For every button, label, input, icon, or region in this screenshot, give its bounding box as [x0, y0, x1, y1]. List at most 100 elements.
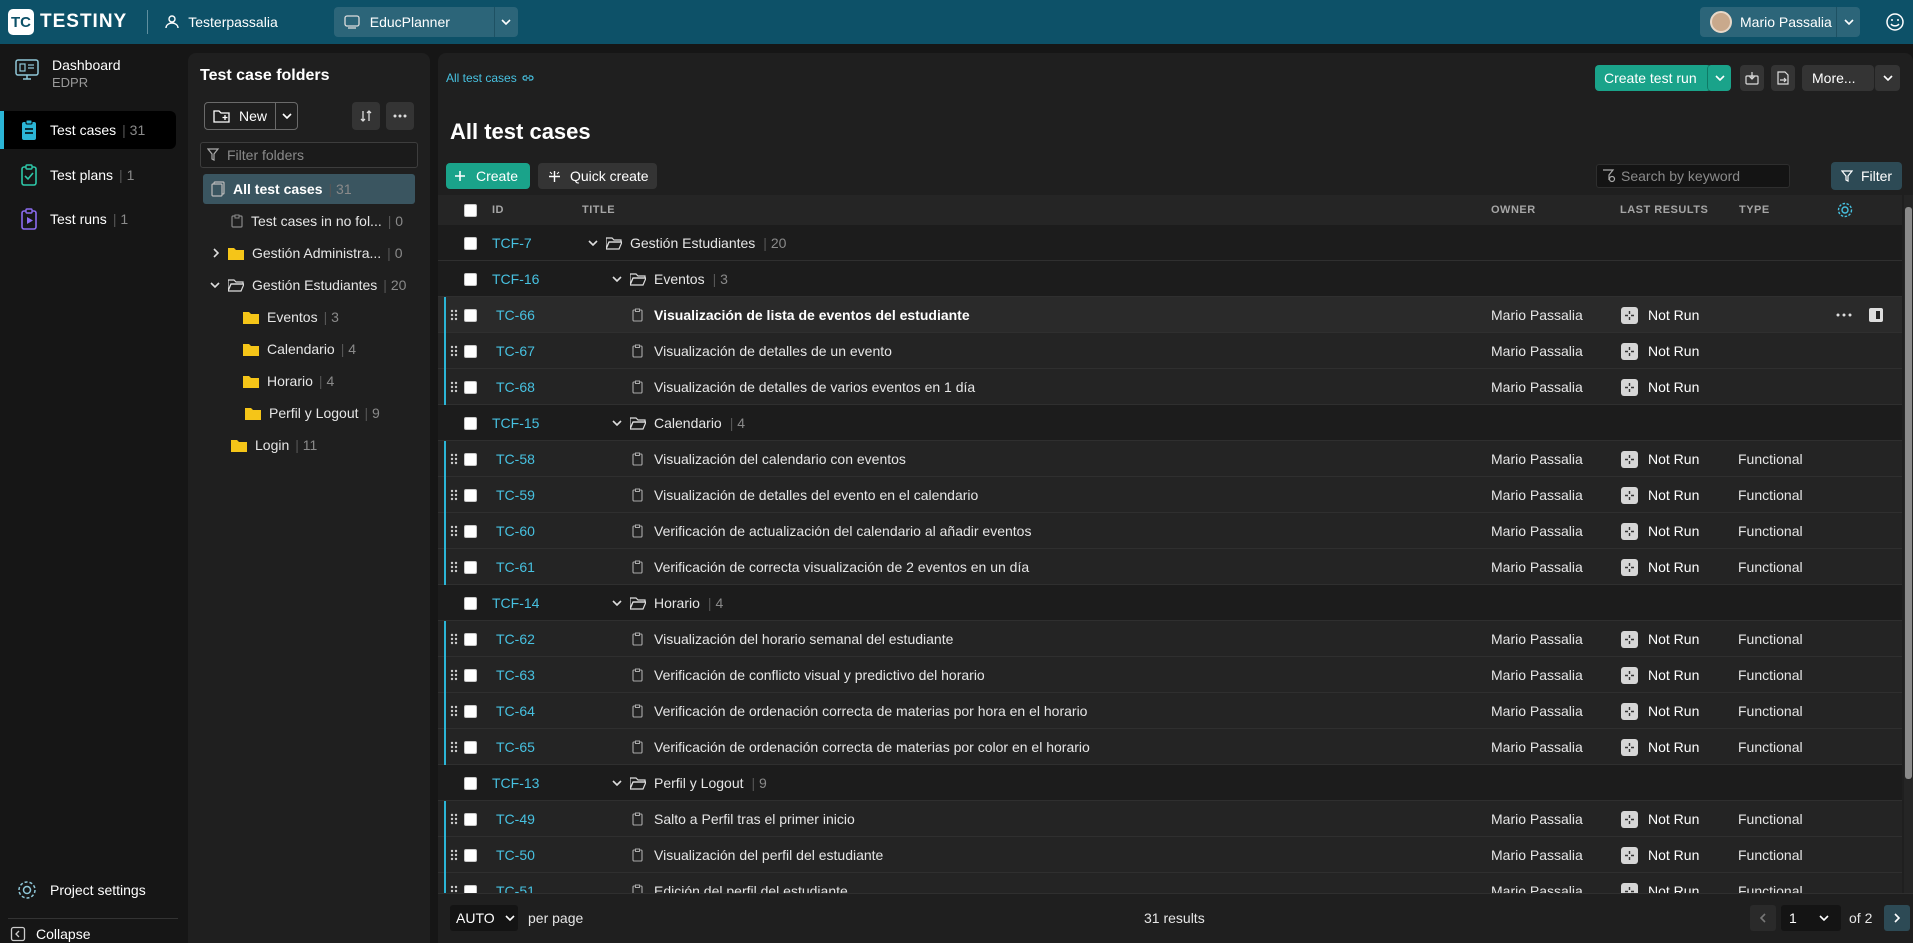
row-checkbox[interactable] [464, 225, 477, 261]
sort-button[interactable] [352, 102, 380, 130]
col-last-results[interactable]: LAST RESULTS [1620, 204, 1708, 216]
row-checkbox[interactable] [464, 297, 477, 333]
drag-handle-icon[interactable] [450, 873, 458, 893]
nav-dashboard[interactable]: Dashboard EDPR [14, 56, 121, 92]
case-id[interactable]: TC-49 [496, 801, 535, 837]
drag-handle-icon[interactable] [450, 693, 458, 729]
case-id[interactable]: TC-64 [496, 693, 535, 729]
case-id[interactable]: TC-63 [496, 657, 535, 693]
drag-handle-icon[interactable] [450, 477, 458, 513]
col-id[interactable]: ID [492, 204, 504, 216]
case-id[interactable]: TC-51 [496, 873, 535, 893]
table-row[interactable]: TC-68 Visualización de detalles de varios… [438, 369, 1902, 405]
folder-id[interactable]: TCF-13 [492, 765, 539, 801]
row-checkbox[interactable] [464, 801, 477, 837]
link-icon[interactable] [522, 73, 534, 83]
folder-all-test-cases[interactable]: All test cases 31 [203, 174, 415, 204]
search-input[interactable]: Search by keyword [1596, 164, 1790, 188]
folder-gestion-administrativa[interactable]: Gestión Administra... 0 [212, 238, 403, 268]
drag-handle-icon[interactable] [450, 441, 458, 477]
case-title[interactable]: Verificación de correcta visualización d… [654, 549, 1029, 585]
folder-title[interactable]: Horario 4 [630, 585, 723, 621]
folder-no-folder[interactable]: Test cases in no fol... 0 [231, 206, 403, 236]
more-button[interactable]: More... [1802, 65, 1874, 91]
chevron-right-icon[interactable] [212, 248, 220, 258]
nav-test-cases[interactable]: Test cases 31 [0, 111, 176, 149]
case-title[interactable]: Visualización del horario semanal del es… [654, 621, 953, 657]
nav-project-settings[interactable]: Project settings [0, 879, 186, 901]
drag-handle-icon[interactable] [450, 621, 458, 657]
create-test-run-button[interactable]: Create test run [1595, 65, 1711, 91]
case-id[interactable]: TC-65 [496, 729, 535, 765]
chevron-down-icon[interactable] [612, 765, 622, 801]
case-id[interactable]: TC-59 [496, 477, 535, 513]
chevron-down-icon[interactable] [612, 585, 622, 621]
folder-calendario[interactable]: Calendario 4 [243, 334, 356, 364]
user-menu[interactable]: Mario Passalia [1700, 7, 1860, 37]
drag-handle-icon[interactable] [450, 513, 458, 549]
case-id[interactable]: TC-62 [496, 621, 535, 657]
table-row[interactable]: TC-58 Visualización del calendario con ev… [438, 441, 1902, 477]
open-panel-icon[interactable] [1868, 297, 1884, 333]
page-select[interactable]: 1 [1781, 905, 1841, 931]
row-checkbox[interactable] [464, 477, 477, 513]
chevron-down-icon[interactable] [588, 225, 598, 261]
row-more-icon[interactable] [1836, 297, 1852, 333]
create-button[interactable]: Create [446, 163, 530, 189]
export-button[interactable] [1771, 65, 1795, 91]
folder-title[interactable]: Calendario 4 [630, 405, 745, 441]
case-id[interactable]: TC-58 [496, 441, 535, 477]
scrollbar[interactable] [1904, 195, 1913, 893]
chevron-down-icon[interactable] [493, 7, 518, 37]
case-id[interactable]: TC-67 [496, 333, 535, 369]
scrollbar-thumb[interactable] [1905, 207, 1912, 779]
project-select[interactable]: EducPlanner [333, 7, 518, 37]
table-row[interactable]: TC-51 Edición del perfil del estudiante Ma… [438, 873, 1902, 893]
case-title[interactable]: Verificación de actualización del calend… [654, 513, 1031, 549]
new-button-main[interactable]: New [205, 103, 277, 129]
folder-eventos[interactable]: Eventos 3 [243, 302, 339, 332]
folder-row[interactable]: TCF-14 Horario 4 [438, 585, 1902, 621]
case-title[interactable]: Visualización de lista de eventos del es… [654, 297, 970, 333]
chevron-down-icon[interactable] [612, 405, 622, 441]
quick-create-button[interactable]: Quick create [538, 163, 657, 189]
folder-id[interactable]: TCF-16 [492, 261, 539, 297]
folder-horario[interactable]: Horario 4 [243, 366, 334, 396]
create-test-run-dropdown[interactable] [1707, 65, 1731, 91]
case-id[interactable]: TC-50 [496, 837, 535, 873]
case-id[interactable]: TC-68 [496, 369, 535, 405]
drag-handle-icon[interactable] [450, 369, 458, 405]
case-title[interactable]: Visualización de detalles de varios even… [654, 369, 975, 405]
next-page-button[interactable] [1884, 905, 1910, 931]
row-checkbox[interactable] [464, 585, 477, 621]
folder-id[interactable]: TCF-7 [492, 225, 532, 261]
row-checkbox[interactable] [464, 657, 477, 693]
collapse-button[interactable]: Collapse [0, 926, 186, 942]
breadcrumb[interactable]: All test cases [446, 71, 534, 85]
table-row[interactable]: TC-66 Visualización de lista de eventos d… [438, 297, 1902, 333]
nav-test-plans[interactable]: Test plans 1 [0, 156, 176, 194]
case-title[interactable]: Visualización de detalles de un evento [654, 333, 892, 369]
drag-handle-icon[interactable] [450, 801, 458, 837]
row-checkbox[interactable] [464, 765, 477, 801]
chevron-down-icon[interactable] [276, 113, 297, 119]
row-checkbox[interactable] [464, 441, 477, 477]
case-id[interactable]: TC-61 [496, 549, 535, 585]
row-checkbox[interactable] [464, 369, 477, 405]
row-checkbox[interactable] [464, 549, 477, 585]
table-row[interactable]: TC-61 Verificación de correcta visualizac… [438, 549, 1902, 585]
select-all-checkbox[interactable] [464, 204, 477, 220]
page-size-select[interactable]: AUTO [450, 905, 518, 931]
case-title[interactable]: Verificación de conflicto visual y predi… [654, 657, 985, 693]
chevron-down-icon[interactable] [210, 281, 220, 289]
case-id[interactable]: TC-66 [496, 297, 535, 333]
workspace-switcher[interactable]: Testerpassalia [164, 14, 278, 30]
case-title[interactable]: Salto a Perfil tras el primer inicio [654, 801, 855, 837]
filter-button[interactable]: Filter [1831, 162, 1902, 190]
table-row[interactable]: TC-64 Verificación de ordenación correcta… [438, 693, 1902, 729]
chevron-down-icon[interactable] [612, 261, 622, 297]
col-title[interactable]: TITLE [582, 204, 615, 216]
table-row[interactable]: TC-60 Verificación de actualización del c… [438, 513, 1902, 549]
folder-id[interactable]: TCF-15 [492, 405, 539, 441]
nav-test-runs[interactable]: Test runs 1 [0, 200, 176, 238]
